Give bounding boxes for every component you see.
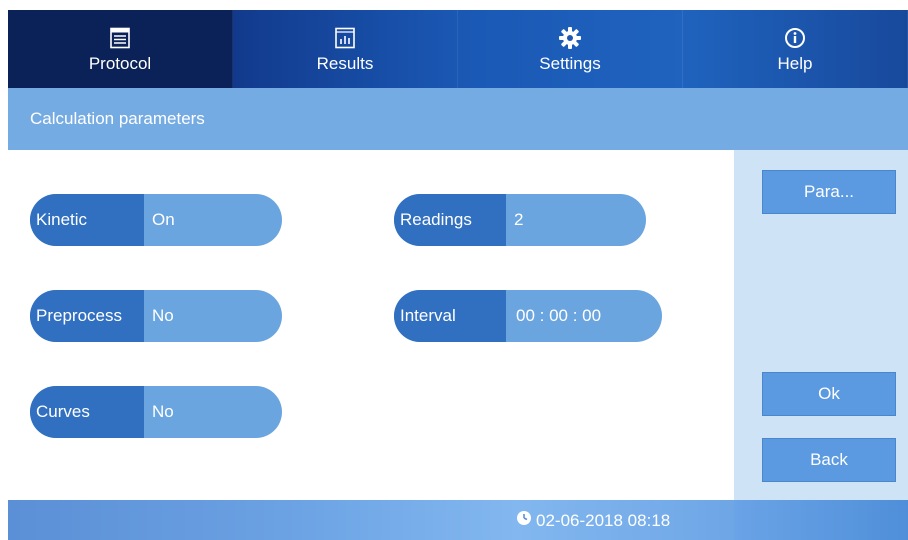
tab-settings-label: Settings — [539, 54, 601, 73]
tab-results[interactable]: Results — [233, 10, 458, 88]
tab-protocol-label: Protocol — [88, 54, 152, 73]
ok-button[interactable]: Ok — [762, 372, 896, 416]
preprocess-value: No — [152, 306, 174, 325]
curves-label: Curves — [30, 386, 144, 438]
gear-icon — [558, 24, 582, 52]
readings-setting[interactable]: Readings 2 — [394, 194, 646, 246]
protocol-icon — [109, 24, 131, 52]
status-datetime: 02-06-2018 08:18 — [516, 510, 670, 531]
tab-settings[interactable]: Settings — [458, 10, 683, 88]
back-button[interactable]: Back — [762, 438, 896, 482]
tab-help-label: Help — [777, 54, 813, 73]
readings-label: Readings — [394, 194, 506, 246]
top-navigation: Protocol Results Settings Help — [8, 10, 908, 88]
kinetic-setting[interactable]: Kinetic On — [30, 194, 282, 246]
para-button[interactable]: Para... — [762, 170, 896, 214]
page-title: Calculation parameters — [30, 109, 205, 128]
preprocess-setting[interactable]: Preprocess No — [30, 290, 282, 342]
kinetic-label: Kinetic — [30, 194, 144, 246]
interval-value: 00 : 00 : 00 — [516, 306, 602, 325]
curves-value: No — [152, 402, 174, 421]
interval-setting[interactable]: Interval 00 : 00 : 00 — [394, 290, 662, 342]
tab-results-label: Results — [316, 54, 374, 73]
status-bar: 02-06-2018 08:18 — [8, 500, 734, 540]
preprocess-label: Preprocess — [30, 290, 144, 342]
kinetic-value: On — [152, 210, 175, 229]
clock-icon — [516, 510, 536, 531]
results-chart-icon — [334, 24, 356, 52]
parameters-panel: Kinetic On Preprocess No Curves No Readi… — [8, 150, 734, 500]
side-panel: Para... Ok Back — [734, 150, 908, 500]
curves-setting[interactable]: Curves No — [30, 386, 282, 438]
tab-protocol[interactable]: Protocol — [8, 10, 233, 88]
interval-label: Interval — [394, 290, 506, 342]
tab-help[interactable]: Help — [683, 10, 908, 88]
info-icon — [784, 24, 806, 52]
status-bar-right — [734, 500, 908, 540]
page-title-bar: Calculation parameters — [8, 88, 908, 150]
readings-value: 2 — [514, 210, 524, 229]
datetime-text: 02-06-2018 08:18 — [536, 510, 671, 530]
